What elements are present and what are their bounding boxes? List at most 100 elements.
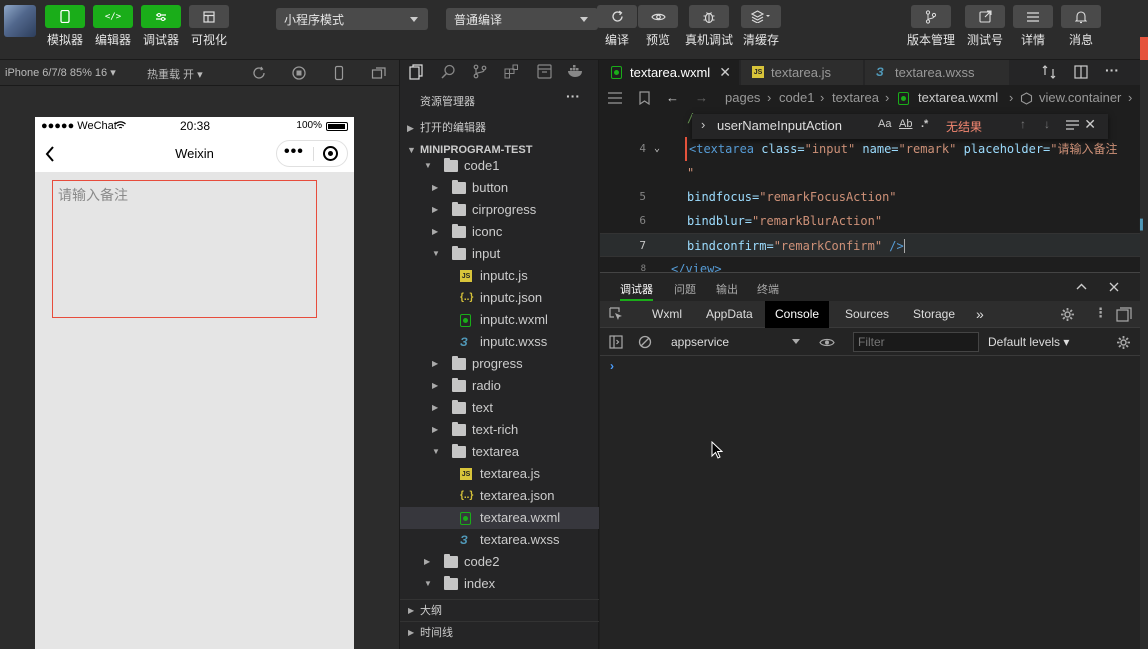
more-icon[interactable]: ··· (1105, 62, 1119, 78)
tree-folder[interactable]: ▶ button (400, 177, 599, 199)
tree-folder[interactable]: ▶ cirprogress (400, 199, 599, 221)
tree-file[interactable]: {..} inputc.json (400, 287, 599, 309)
tree-folder[interactable]: ▶ text (400, 397, 599, 419)
tree-file[interactable]: textarea.wxml (400, 507, 599, 529)
docker-icon[interactable] (567, 64, 585, 78)
gear-icon[interactable] (1060, 307, 1075, 322)
mode-select[interactable]: 小程序模式 (276, 8, 428, 30)
sidebar-toggle-icon[interactable] (609, 335, 623, 349)
chevron-down-icon[interactable] (792, 339, 800, 344)
tree-file[interactable]: JS textarea.js (400, 463, 599, 485)
kebab-menu-icon[interactable]: ⋮ (1094, 305, 1107, 321)
find-in-selection-icon[interactable] (1066, 120, 1079, 131)
more-actions-icon[interactable]: ··· (566, 88, 580, 104)
visual-button[interactable]: 可视化 (189, 5, 229, 48)
simulator-scrollbar[interactable] (360, 117, 368, 649)
extensions-icon[interactable] (504, 64, 519, 79)
tab-problems[interactable]: 问题 (674, 281, 696, 297)
tree-file[interactable]: Зtextarea.wxss (400, 529, 599, 551)
console-filter-input[interactable] (853, 332, 979, 352)
close-panel-icon[interactable] (1109, 282, 1119, 292)
close-find-icon[interactable]: ✕ (1084, 116, 1096, 133)
regex-toggle[interactable]: .* (921, 118, 928, 130)
close-icon[interactable]: ✕ (719, 60, 731, 85)
inspect-element-icon[interactable] (609, 307, 623, 321)
tab-textarea-wxml[interactable]: textarea.wxml ✕ (600, 60, 740, 85)
find-input[interactable]: userNameInputAction (717, 118, 842, 133)
test-account-button[interactable]: 测试号 (965, 5, 1005, 48)
stop-icon[interactable] (291, 65, 307, 81)
tree-folder[interactable]: ▼ textarea (400, 441, 599, 463)
tab-debugger[interactable]: 调试器 (620, 281, 653, 301)
popout-icon[interactable] (371, 65, 387, 81)
simulator-button[interactable]: 模拟器 (45, 5, 85, 48)
outline-section[interactable]: ▶ 大纲 (400, 599, 599, 621)
tree-folder[interactable]: ▶ radio (400, 375, 599, 397)
device-select[interactable]: iPhone 6/7/8 85% 16 ▾ (5, 66, 116, 79)
tab-textarea-js[interactable]: JS textarea.js (741, 60, 864, 85)
split-editor-icon[interactable] (1074, 65, 1088, 79)
prev-match-icon[interactable]: ↑ (1020, 117, 1026, 131)
compile-button[interactable]: 编译 (597, 5, 637, 48)
bookmark-icon[interactable] (639, 91, 650, 105)
hot-reload-toggle[interactable]: 热重载 开 ▾ (147, 66, 203, 82)
details-button[interactable]: 详情 (1013, 5, 1053, 48)
chevron-up-icon[interactable] (1076, 283, 1087, 290)
tab-textarea-wxss[interactable]: З textarea.wxss (865, 60, 1010, 85)
tree-file[interactable]: Зinputc.wxss (400, 331, 599, 353)
log-levels-select[interactable]: Default levels ▾ (988, 335, 1069, 349)
editor-button[interactable]: </> 编辑器 (93, 5, 133, 48)
open-editors-section[interactable]: ▶ 打开的编辑器 (400, 117, 599, 139)
close-target-icon[interactable] (323, 146, 338, 161)
chevron-right-icon[interactable]: › (701, 117, 705, 132)
console-settings-gear-icon[interactable] (1116, 335, 1131, 350)
context-select[interactable]: appservice (671, 335, 729, 349)
tab-terminal[interactable]: 终端 (757, 281, 779, 297)
clear-console-icon[interactable] (638, 335, 652, 349)
remark-textarea[interactable]: 请输入备注 (52, 180, 317, 318)
files-icon[interactable] (409, 64, 424, 80)
compare-icon[interactable] (1042, 65, 1056, 79)
devtab-sources[interactable]: Sources (835, 301, 899, 328)
wechat-panel-icon[interactable] (537, 64, 552, 79)
tree-folder[interactable]: ▶ iconc (400, 221, 599, 243)
match-case-toggle[interactable]: Aa (878, 118, 891, 130)
devtab-storage[interactable]: Storage (903, 301, 965, 328)
tree-folder[interactable]: ▼ index (400, 573, 599, 595)
tree-folder[interactable]: ▶ text-rich (400, 419, 599, 441)
tree-file[interactable]: inputc.wxml (400, 309, 599, 331)
search-icon[interactable] (441, 64, 456, 79)
debugger-button[interactable]: 调试器 (141, 5, 181, 48)
tree-folder[interactable]: ▶ progress (400, 353, 599, 375)
tree-file[interactable]: JS inputc.js (400, 265, 599, 287)
messages-button[interactable]: 消息 (1061, 5, 1101, 48)
devtab-console[interactable]: Console (765, 301, 830, 328)
next-match-icon[interactable]: ↓ (1044, 117, 1050, 131)
timeline-section[interactable]: ▶ 时间线 (400, 621, 599, 643)
devtab-wxml[interactable]: Wxml (642, 301, 692, 328)
devtab-appdata[interactable]: AppData (696, 301, 763, 328)
source-control-icon[interactable] (473, 64, 487, 79)
tree-folder[interactable]: ▼ code1 (400, 155, 599, 177)
real-device-debug-button[interactable]: 真机调试 (685, 5, 733, 48)
console-prompt[interactable]: › (610, 359, 614, 373)
fold-chevron-icon[interactable]: ⌄ (654, 137, 660, 161)
tree-folder[interactable]: ▼ input (400, 243, 599, 265)
tab-output[interactable]: 输出 (716, 281, 738, 297)
tree-file[interactable]: {..} textarea.json (400, 485, 599, 507)
eye-icon[interactable] (819, 337, 835, 348)
version-management-button[interactable]: 版本管理 (907, 5, 955, 48)
tree-folder[interactable]: ▶ code2 (400, 551, 599, 573)
rotate-icon[interactable] (251, 65, 267, 81)
more-dots-icon[interactable]: ••• (284, 143, 304, 161)
devtab-more[interactable]: » (966, 301, 994, 328)
user-avatar[interactable] (4, 5, 36, 37)
menu-capsule: ••• (276, 140, 348, 167)
clear-cache-button[interactable]: 清缓存 (741, 5, 781, 48)
list-icon[interactable] (608, 92, 622, 104)
compile-mode-select[interactable]: 普通编译 (446, 8, 598, 30)
phone-frame-icon[interactable] (331, 65, 347, 81)
preview-button[interactable]: 预览 (638, 5, 678, 48)
dock-icon[interactable] (1116, 307, 1132, 322)
whole-word-toggle[interactable]: Ab (899, 118, 912, 130)
